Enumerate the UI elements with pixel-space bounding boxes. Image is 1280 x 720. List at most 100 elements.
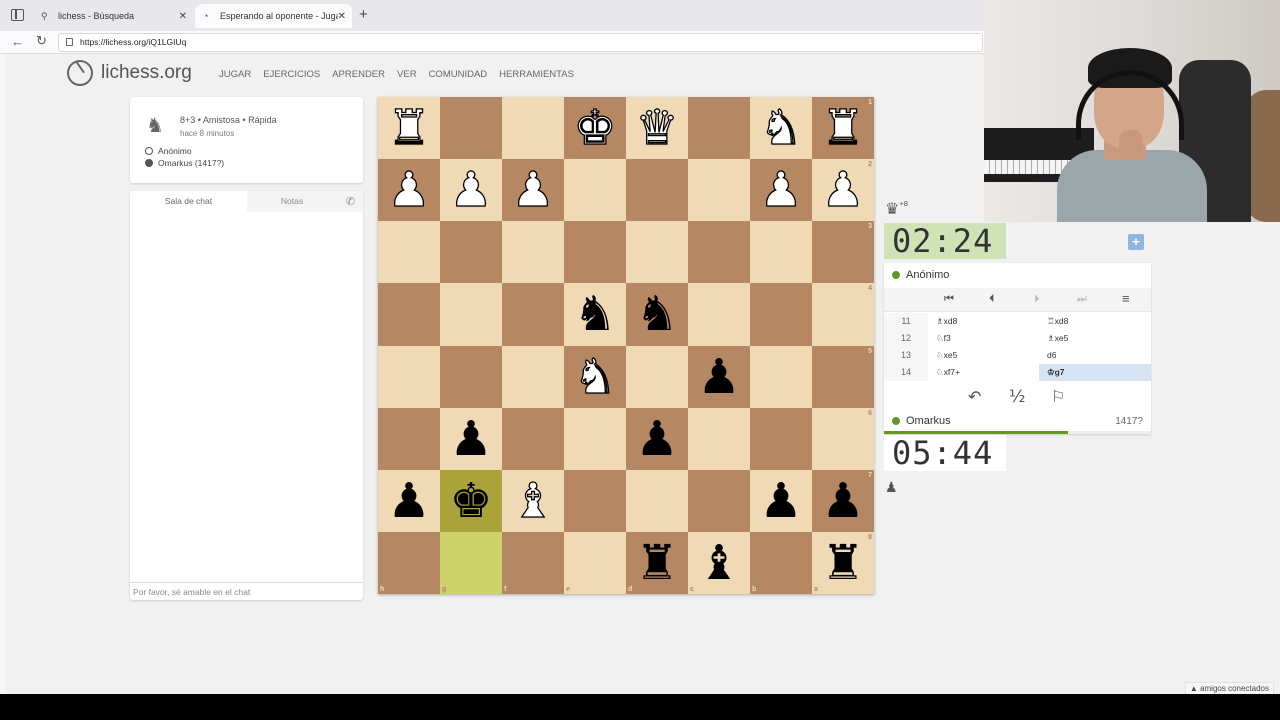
board-square[interactable]: ♟ xyxy=(440,407,502,470)
board-square[interactable]: h xyxy=(378,531,440,594)
board-square[interactable] xyxy=(378,221,440,284)
black-move-active[interactable]: ♔g7 xyxy=(1039,364,1151,381)
board-square[interactable] xyxy=(564,159,626,222)
white-move[interactable]: ♘xf7+ xyxy=(936,364,960,381)
black-rook-icon[interactable]: ♜ xyxy=(635,539,678,587)
top-player[interactable]: Anónimo xyxy=(892,269,949,281)
board-square[interactable] xyxy=(750,345,812,408)
nav-community[interactable]: COMUNIDAD xyxy=(429,69,488,80)
board-square[interactable] xyxy=(502,283,564,346)
tab-notes[interactable]: Notas xyxy=(247,191,337,212)
white-pawn-icon[interactable]: ♟ xyxy=(511,166,555,215)
black-move[interactable]: d6 xyxy=(1039,347,1151,364)
white-knight-icon[interactable]: ♞ xyxy=(573,352,617,401)
board-square[interactable]: ♞ xyxy=(564,345,626,408)
white-move[interactable]: ♗xd8 xyxy=(936,313,957,330)
board-square[interactable] xyxy=(378,407,440,470)
board-square[interactable]: 5 xyxy=(812,345,874,408)
white-king-icon[interactable]: ♚ xyxy=(573,103,617,152)
white-move[interactable]: ♘f3 xyxy=(936,330,951,347)
board-square[interactable] xyxy=(378,345,440,408)
white-pawn-icon[interactable]: ♟ xyxy=(821,166,865,215)
phone-icon[interactable]: ✆ xyxy=(346,195,355,208)
board-square[interactable] xyxy=(750,283,812,346)
board-square[interactable]: ♟ xyxy=(440,159,502,222)
board-square[interactable]: ♟ 2 xyxy=(812,159,874,222)
board-square[interactable] xyxy=(688,407,750,470)
board-square[interactable]: ♞ xyxy=(626,283,688,346)
black-pawn-icon[interactable]: ♟ xyxy=(387,477,430,525)
board-square[interactable] xyxy=(626,221,688,284)
bottom-player[interactable]: Omarkus xyxy=(892,415,951,427)
chess-board[interactable]: ♜ ♚ ♛ ♞ ♜ 1 ♟ ♟ ♟ ♟ ♟ 2 3 ♞ ♞ 4 ♞ ♟ 5 ♟ ♟ 6 ♟ ♚ ♝ ♟ ♟ 7 h g f e ♜ d ♝ c b ♜ 8 a xyxy=(378,97,874,594)
board-square[interactable] xyxy=(440,283,502,346)
black-move[interactable]: ♖xd8 xyxy=(1039,313,1151,330)
board-square[interactable] xyxy=(626,159,688,222)
board-square[interactable]: e xyxy=(564,531,626,594)
board-square[interactable] xyxy=(688,159,750,222)
white-knight-icon[interactable]: ♞ xyxy=(759,103,803,152)
board-square[interactable] xyxy=(502,221,564,284)
board-square[interactable] xyxy=(750,407,812,470)
board-square[interactable]: ♚ xyxy=(440,469,502,532)
board-square[interactable] xyxy=(564,407,626,470)
black-pawn-icon[interactable]: ♟ xyxy=(759,477,802,525)
add-time-button[interactable]: + xyxy=(1128,234,1144,250)
board-square[interactable]: b xyxy=(750,531,812,594)
white-move[interactable]: ♘xe5 xyxy=(936,347,957,364)
black-pawn-icon[interactable]: ♟ xyxy=(697,353,740,401)
white-pawn-icon[interactable]: ♟ xyxy=(387,166,431,215)
black-knight-icon[interactable]: ♞ xyxy=(573,290,616,338)
nav-play[interactable]: JUGAR xyxy=(219,69,251,80)
offer-draw-button[interactable]: ½ xyxy=(1009,387,1025,407)
reload-icon[interactable]: ↻ xyxy=(36,33,47,49)
board-square[interactable]: f xyxy=(502,531,564,594)
prev-move-button[interactable]: ⏴ xyxy=(989,293,995,306)
back-arrow-icon[interactable]: ← xyxy=(11,34,24,49)
menu-icon[interactable]: ≡ xyxy=(1122,291,1130,306)
nav-watch[interactable]: VER xyxy=(397,69,417,80)
board-square[interactable] xyxy=(688,469,750,532)
url-field[interactable]: https://lichess.org/iQ1LGIUq xyxy=(58,33,983,52)
board-square[interactable] xyxy=(440,221,502,284)
board-square[interactable] xyxy=(564,221,626,284)
player-white-entry[interactable]: Anónimo xyxy=(145,146,192,156)
board-square[interactable] xyxy=(502,407,564,470)
board-square[interactable] xyxy=(688,97,750,160)
board-square[interactable]: ♟ xyxy=(626,407,688,470)
black-knight-icon[interactable]: ♞ xyxy=(635,290,678,338)
board-square[interactable]: ♝ xyxy=(502,469,564,532)
board-square[interactable] xyxy=(688,283,750,346)
white-pawn-icon[interactable]: ♟ xyxy=(449,166,493,215)
board-square[interactable]: ♟ xyxy=(502,159,564,222)
board-square[interactable]: ♟ xyxy=(750,469,812,532)
board-square[interactable]: 4 xyxy=(812,283,874,346)
player-black-entry[interactable]: Omarkus (1417?) xyxy=(145,158,224,168)
close-tab-icon[interactable]: ✕ xyxy=(338,11,346,22)
black-bishop-icon[interactable]: ♝ xyxy=(697,539,740,587)
nav-tools[interactable]: HERRAMIENTAS xyxy=(499,69,574,80)
board-square[interactable]: 3 xyxy=(812,221,874,284)
nav-puzzles[interactable]: EJERCICIOS xyxy=(263,69,320,80)
board-square[interactable]: ♞ xyxy=(750,97,812,160)
black-king-icon[interactable]: ♚ xyxy=(449,477,492,525)
black-pawn-icon[interactable]: ♟ xyxy=(821,477,864,525)
board-square[interactable] xyxy=(750,221,812,284)
black-move[interactable]: ♗xe5 xyxy=(1039,330,1151,347)
first-move-button[interactable]: ⏮ xyxy=(944,293,954,306)
last-move-button[interactable]: ⏭ xyxy=(1077,293,1087,306)
board-square[interactable]: ♟ xyxy=(750,159,812,222)
board-square[interactable]: ♟ xyxy=(688,345,750,408)
board-square[interactable]: ♚ xyxy=(564,97,626,160)
takeback-button[interactable]: ↶ xyxy=(968,387,981,406)
close-tab-icon[interactable]: ✕ xyxy=(179,11,187,22)
board-square[interactable] xyxy=(626,469,688,532)
white-rook-icon[interactable]: ♜ xyxy=(821,103,865,152)
board-square[interactable] xyxy=(626,345,688,408)
board-square[interactable] xyxy=(378,283,440,346)
board-square[interactable]: ♝ c xyxy=(688,531,750,594)
board-square[interactable] xyxy=(502,345,564,408)
browser-tab-lichess[interactable]: ◔ Esperando al oponente - Jugar Aj ✕ xyxy=(195,4,352,28)
board-square[interactable]: ♜ d xyxy=(626,531,688,594)
next-move-button[interactable]: ⏵ xyxy=(1034,293,1040,306)
